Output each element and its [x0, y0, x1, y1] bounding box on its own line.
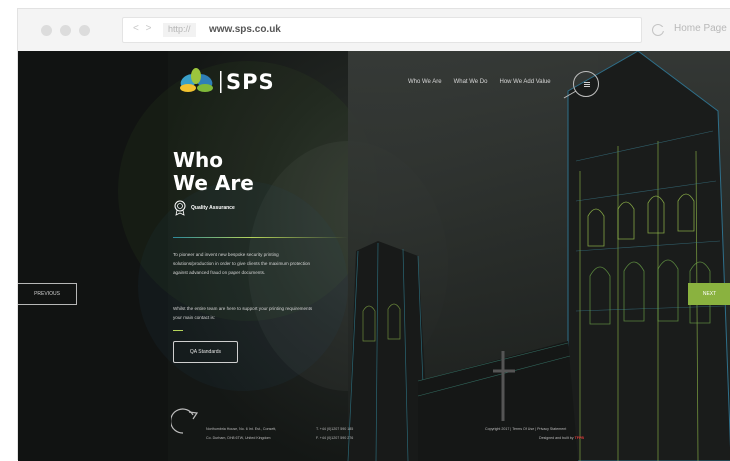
footer-address: Northumbria House, No. 6 Int. Est., Cons… — [206, 425, 276, 443]
next-button[interactable]: NEXT — [688, 283, 730, 305]
nav-who-we-are[interactable]: Who We Are — [408, 79, 442, 85]
window-maximize-dot[interactable] — [79, 25, 90, 36]
home-page-link[interactable]: Home Page — [674, 23, 727, 34]
footer-credit: Designed and built by TFPB — [539, 434, 584, 443]
credit-text: Designed and built by — [539, 436, 574, 440]
credit-brand-link[interactable]: TFPB — [575, 436, 584, 440]
fax: F. +44 (0)1207 590 276 — [316, 436, 354, 440]
award-icon — [174, 200, 186, 216]
gradient-divider — [173, 237, 348, 238]
qa-standards-button[interactable]: QA Standards — [173, 341, 238, 363]
page-title: Who We Are — [173, 149, 254, 195]
logo-text[interactable]: SPS — [226, 70, 275, 94]
church-photo-illustration — [347, 51, 730, 461]
contact-paragraph: Whilst the entire team are here to suppo… — [173, 306, 313, 320]
refresh-icon[interactable] — [652, 24, 666, 36]
footer-phone: T. +44 (0)1207 590 185 F. +44 (0)1207 59… — [316, 425, 353, 443]
url-protocol: http:// — [163, 23, 196, 37]
menu-icon[interactable] — [573, 71, 599, 97]
quality-assurance-badge: Quality Assurance — [173, 200, 235, 221]
address-line-1: Northumbria House, No. 6 Int. Est., Cons… — [206, 427, 277, 431]
address-bar[interactable]: < > http:// www.sps.co.uk — [122, 17, 642, 43]
window-minimize-dot[interactable] — [60, 25, 71, 36]
footer-copyright[interactable]: Copyright 2017 | Terms Of Use | Privacy … — [485, 425, 566, 434]
title-line-1: Who — [173, 148, 224, 172]
website-viewport: SPS Who We Are What We Do How We Add Val… — [18, 51, 730, 461]
main-navigation: Who We Are What We Do How We Add Value — [408, 79, 551, 85]
footer-arrow-icon[interactable] — [171, 407, 205, 437]
browser-toolbar: < > http:// www.sps.co.uk Home Page — [18, 9, 730, 51]
browser-window: < > http:// www.sps.co.uk Home Page SPS … — [17, 8, 730, 461]
badge-label: Quality Assurance — [191, 205, 235, 211]
nav-what-we-do[interactable]: What We Do — [454, 79, 488, 85]
intro-paragraph: To pioneer and invent new bespoke securi… — [173, 252, 311, 275]
telephone[interactable]: T. +44 (0)1207 590 185 — [316, 425, 353, 434]
back-forward-icon[interactable]: < > — [133, 23, 153, 34]
previous-button[interactable]: PREVIOUS — [18, 283, 77, 305]
address-line-2: Co. Durham, DH8 6TW, United Kingdom — [206, 436, 271, 440]
url-text[interactable]: www.sps.co.uk — [209, 24, 281, 35]
window-close-dot[interactable] — [41, 25, 52, 36]
title-line-2: We Are — [173, 171, 254, 195]
nav-how-we-add-value[interactable]: How We Add Value — [499, 79, 550, 85]
decorative-petal — [138, 181, 348, 391]
accent-line — [173, 330, 183, 331]
